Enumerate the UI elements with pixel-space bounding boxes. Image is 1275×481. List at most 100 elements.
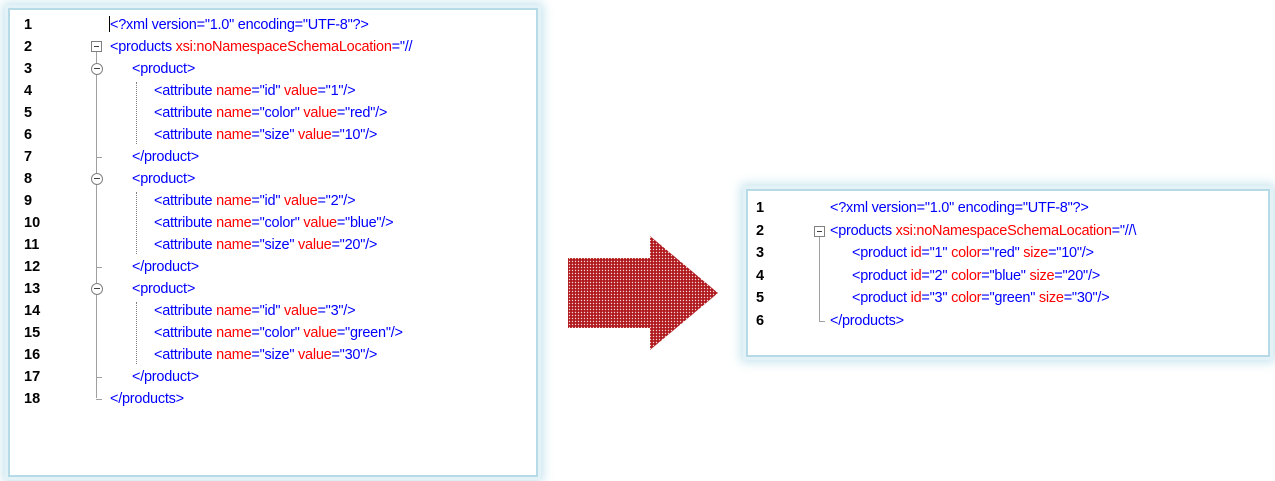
line-number: 9 [24, 193, 33, 209]
code-line[interactable]: 14 <attribute name="id" value="3"/> [10, 300, 536, 322]
code-line[interactable]: 4 <product id="2" color="blue" size="20"/… [748, 265, 1268, 288]
code-text: <attribute name="color" value="green"/> [154, 322, 403, 342]
code-line[interactable]: 16 <attribute name="size" value="30"/> [10, 344, 536, 366]
right-editor-body[interactable]: 1 <?xml version="1.0" encoding="UTF-8"?> 2… [748, 191, 1268, 355]
attribute-name-token: color [951, 245, 982, 261]
markup-token: <attribute [154, 215, 217, 231]
markup-token: "/> [1092, 290, 1110, 306]
code-line[interactable]: 3 <product id="1" color="red" size="10"/> [748, 242, 1268, 265]
line-number: 5 [756, 290, 765, 306]
attribute-name-token: value [298, 347, 332, 363]
markup-token: <attribute [154, 127, 217, 143]
markup-token: =" [981, 290, 995, 306]
code-line[interactable]: 5 <product id="3" color="green" size="30"… [748, 287, 1268, 310]
code-text: <attribute name="id" value="1"/> [154, 80, 356, 100]
line-number: 18 [24, 391, 41, 407]
code-line[interactable]: 2 <products xsi:noNamespaceSchemaLocation… [748, 220, 1268, 243]
attribute-name-token: name [216, 193, 252, 209]
code-line[interactable]: 4 <attribute name="id" value="1"/> [10, 80, 536, 102]
left-editor-body[interactable]: 1 <?xml version="1.0" encoding="UTF-8"?> 2… [10, 10, 536, 475]
attribute-value-token: size [264, 127, 290, 143]
code-line[interactable]: 15 <attribute name="color" value="green"/… [10, 322, 536, 344]
markup-token: </products> [830, 312, 904, 329]
code-line[interactable]: 1 <?xml version="1.0" encoding="UTF-8"?> [10, 14, 536, 36]
result-xml-editor[interactable]: 1 <?xml version="1.0" encoding="UTF-8"?> 2… [746, 189, 1270, 357]
markup-token: <product> [132, 171, 196, 187]
code-text: <?xml version="1.0" encoding="UTF-8"?> [110, 14, 369, 34]
code-text: <attribute name="size" value="10"/> [154, 124, 377, 144]
fold-guide-line [96, 52, 97, 398]
code-line[interactable]: 1 <?xml version="1.0" encoding="UTF-8"?> [748, 197, 1268, 220]
code-text: <?xml version="1.0" encoding="UTF-8"?> [830, 197, 1089, 217]
fold-end-mark [96, 157, 102, 158]
attribute-name-token: size [1023, 245, 1049, 261]
code-line[interactable]: 2 <products xsi:noNamespaceSchemaLocation… [10, 36, 536, 58]
attribute-value-token: color [264, 215, 295, 231]
line-number: 4 [756, 267, 765, 284]
collapse-toggle-product[interactable] [91, 173, 103, 185]
code-line[interactable]: 10 <attribute name="color" value="blue"/> [10, 212, 536, 234]
markup-token: =" [251, 193, 265, 209]
code-text: <attribute name="id" value="2"/> [154, 190, 356, 210]
markup-token: "/> [370, 105, 388, 121]
markup-token: " [942, 267, 952, 284]
code-line[interactable]: 11 <attribute name="size" value="20"/> [10, 234, 536, 256]
markup-token: =" [251, 303, 265, 319]
markup-token: ="//\ [1111, 222, 1137, 239]
attribute-value-token: size [264, 237, 290, 253]
attribute-name-token: value [284, 193, 318, 209]
markup-token: =" [251, 83, 265, 99]
code-line[interactable]: 7 </product> [10, 146, 536, 168]
attribute-name-token: name [216, 303, 252, 319]
line-number: 1 [24, 17, 33, 33]
code-line[interactable]: 9 <attribute name="id" value="2"/> [10, 190, 536, 212]
code-line[interactable]: 8 <product> [10, 168, 536, 190]
code-line[interactable]: 6 <attribute name="size" value="10"/> [10, 124, 536, 146]
code-line[interactable]: 12 </product> [10, 256, 536, 278]
fold-guide-dotted [136, 192, 137, 254]
line-number: 6 [756, 312, 765, 329]
source-xml-editor[interactable]: 1 <?xml version="1.0" encoding="UTF-8"?> 2… [8, 8, 538, 477]
code-text: <products xsi:noNamespaceSchemaLocation=… [110, 36, 413, 56]
collapse-toggle-products[interactable] [814, 225, 825, 237]
line-number: 2 [24, 39, 33, 55]
text-caret [109, 16, 110, 32]
code-line[interactable]: 3 <product> [10, 58, 536, 80]
markup-token: "/> [1083, 267, 1100, 284]
markup-token: "/> [1076, 245, 1094, 261]
markup-token: </product> [132, 259, 199, 275]
attribute-name-token: value [303, 215, 337, 231]
markup-token: " [1030, 290, 1039, 306]
attribute-name-token: id [910, 267, 922, 284]
markup-token: <attribute [154, 193, 217, 209]
fold-end-mark [96, 399, 102, 400]
markup-token: " [942, 290, 952, 306]
markup-token: =" [336, 215, 350, 231]
markup-token: =" [331, 237, 345, 253]
code-line[interactable]: 6 </products> [748, 310, 1268, 333]
line-number: 16 [24, 347, 41, 363]
markup-token: =" [251, 347, 265, 363]
markup-token: "/> [338, 303, 356, 319]
code-line[interactable]: 17 </product> [10, 366, 536, 388]
markup-token: =" [331, 127, 345, 143]
code-text: <attribute name="color" value="red"/> [154, 102, 387, 122]
attribute-name-token: value [298, 237, 332, 253]
code-text: <product> [132, 58, 195, 78]
attribute-name-token: value [303, 325, 337, 341]
attribute-name-token: id [910, 290, 922, 306]
markup-token: =" [336, 105, 350, 121]
code-line[interactable]: 13 <product> [10, 278, 536, 300]
collapse-toggle-product[interactable] [91, 63, 103, 75]
collapse-toggle-products[interactable] [91, 41, 102, 52]
code-line[interactable]: 5 <attribute name="color" value="red"/> [10, 102, 536, 124]
attribute-name-token: name [216, 127, 252, 143]
markup-token: " [275, 83, 285, 99]
markup-token: <product> [132, 61, 196, 77]
attribute-value-token: green [349, 325, 386, 341]
collapse-toggle-product[interactable] [91, 283, 103, 295]
code-line[interactable]: 18 </products> [10, 388, 536, 410]
markup-token: <attribute [154, 325, 217, 341]
code-text: <product> [132, 278, 195, 298]
attribute-name-token: name [216, 325, 252, 341]
